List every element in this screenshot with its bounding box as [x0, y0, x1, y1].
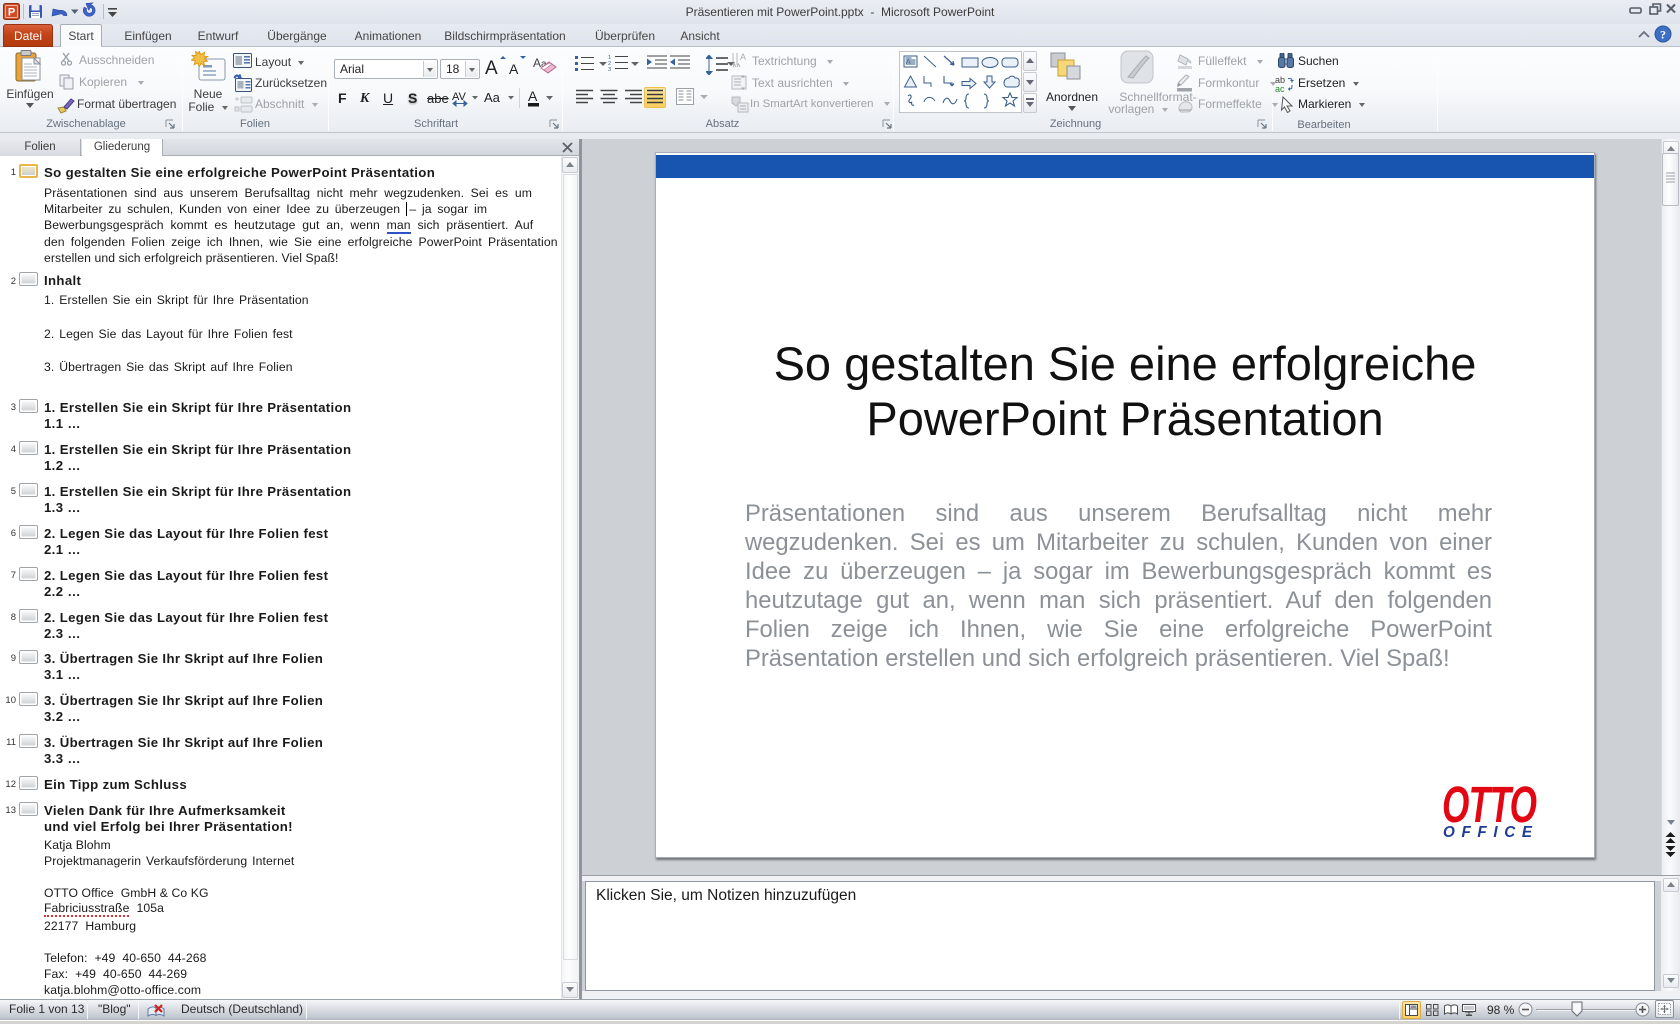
- svg-text:A: A: [485, 58, 498, 78]
- svg-text:?: ?: [1660, 28, 1666, 42]
- svg-text:A: A: [528, 88, 538, 104]
- svg-text:Aa: Aa: [484, 90, 501, 105]
- svg-text:A: A: [509, 61, 519, 77]
- svg-text:A: A: [906, 59, 911, 66]
- svg-text:A: A: [533, 56, 541, 70]
- svg-text:3: 3: [608, 67, 611, 72]
- svg-text:P: P: [8, 7, 15, 19]
- svg-text:ac: ac: [1275, 84, 1285, 92]
- svg-text:A: A: [740, 52, 746, 62]
